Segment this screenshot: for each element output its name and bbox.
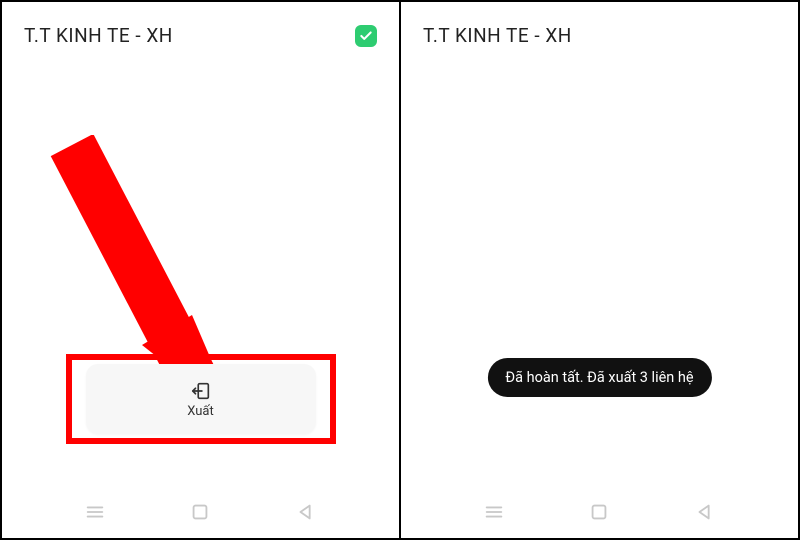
export-button[interactable]: Xuất (86, 364, 316, 434)
export-button-label: Xuất (187, 404, 214, 419)
toast-message: Đã hoàn tất. Đã xuất 3 liên hệ (487, 358, 711, 397)
nav-home-button[interactable] (586, 499, 612, 525)
export-icon (190, 380, 212, 402)
menu-icon (483, 501, 505, 523)
page-title: T.T KINH TE - XH (423, 24, 572, 47)
back-triangle-icon (694, 501, 716, 523)
nav-menu-button[interactable] (82, 499, 108, 525)
nav-back-button[interactable] (692, 499, 718, 525)
phone-right: T.T KINH TE - XH Đã hoàn tất. Đã xuất 3 … (399, 2, 798, 538)
phone-left: T.T KINH TE - XH (2, 2, 399, 538)
select-checkbox[interactable] (355, 25, 377, 47)
header: T.T KINH TE - XH (401, 2, 798, 57)
nav-bar (2, 492, 399, 538)
nav-menu-button[interactable] (481, 499, 507, 525)
nav-home-button[interactable] (187, 499, 213, 525)
header: T.T KINH TE - XH (2, 2, 399, 57)
content-area: Xuất (2, 57, 399, 492)
page-title: T.T KINH TE - XH (24, 24, 173, 47)
nav-bar (401, 492, 798, 538)
home-square-icon (588, 501, 610, 523)
home-square-icon (189, 501, 211, 523)
content-area: Đã hoàn tất. Đã xuất 3 liên hệ (401, 57, 798, 492)
back-triangle-icon (295, 501, 317, 523)
check-icon (359, 29, 373, 43)
nav-back-button[interactable] (293, 499, 319, 525)
menu-icon (84, 501, 106, 523)
